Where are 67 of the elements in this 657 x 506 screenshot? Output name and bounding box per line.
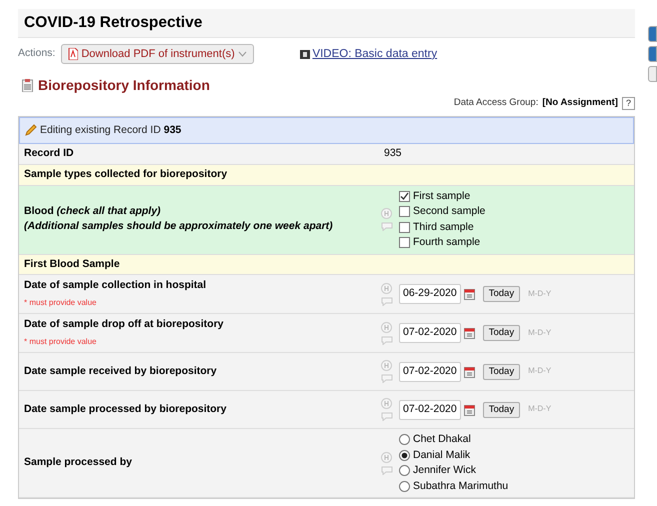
radio-button[interactable]: [399, 480, 410, 492]
pencil-icon: [25, 124, 37, 136]
checkbox[interactable]: [399, 190, 410, 202]
date-field[interactable]: 06-29-2020: [399, 284, 461, 304]
field-label: Date sample received by biorepository: [24, 364, 218, 378]
date-format: M-D-Y: [528, 366, 552, 377]
help-button[interactable]: ?: [622, 96, 635, 110]
section-header: Sample types collected for biorepository: [24, 168, 228, 180]
side-button[interactable]: [648, 26, 657, 42]
checkbox[interactable]: [399, 222, 410, 233]
pdf-icon: [68, 48, 78, 60]
section-title: Biorepository Information: [38, 76, 210, 95]
dag-label: Data Access Group:: [454, 96, 538, 110]
field-label: Date sample processed by biorepository: [24, 402, 228, 416]
option-label: Subathra Marimuthu: [413, 478, 508, 494]
field-note: (Additional samples should be approximately one week apart): [24, 220, 334, 234]
date-field[interactable]: 07-02-2020: [399, 400, 461, 420]
comment-icon: [380, 374, 392, 384]
film-icon: [300, 50, 310, 59]
actions-label: Actions:: [18, 47, 56, 62]
editing-text: Editing existing Record ID 935: [40, 124, 182, 138]
comment-icon: [380, 222, 392, 232]
required-note: * must provide value: [24, 298, 98, 308]
field-label: Blood (check all that apply): [24, 205, 162, 220]
caret-icon: [238, 51, 247, 58]
section-header: First Blood Sample: [24, 258, 120, 270]
side-button[interactable]: [648, 46, 657, 62]
date-format: M-D-Y: [528, 404, 552, 415]
option-label: Fourth sample: [413, 235, 480, 250]
today-button[interactable]: Today: [482, 325, 520, 342]
date-field[interactable]: 07-02-2020: [399, 362, 461, 382]
radio-button[interactable]: [399, 450, 410, 461]
calendar-icon: [464, 404, 475, 416]
option-label: Jennifer Wick: [413, 463, 476, 478]
download-pdf-button[interactable]: Download PDF of instrument(s): [61, 44, 254, 64]
comment-icon: [380, 296, 392, 306]
radio-button[interactable]: [399, 465, 410, 476]
required-note: * must provide value: [24, 336, 98, 348]
today-button[interactable]: Today: [482, 402, 520, 418]
calendar-icon: [464, 288, 475, 300]
comment-icon: [380, 336, 392, 345]
date-format: M-D-Y: [528, 288, 552, 300]
checkbox[interactable]: [399, 206, 410, 218]
radio-button[interactable]: [399, 434, 410, 446]
calendar-icon: [464, 327, 475, 340]
comment-icon: [380, 412, 392, 422]
option-label: Second sample: [413, 204, 486, 220]
field-label: Date of sample collection in hospital: [24, 279, 208, 293]
date-format: M-D-Y: [528, 328, 552, 338]
today-button[interactable]: Today: [482, 286, 520, 302]
page-title: COVID-19 Retrospective: [24, 13, 204, 33]
dag-value: [No Assignment]: [542, 96, 618, 110]
comment-icon: [380, 466, 392, 475]
checkbox[interactable]: [399, 237, 410, 248]
video-link[interactable]: VIDEO: Basic data entry: [312, 46, 438, 62]
calendar-icon: [464, 366, 475, 378]
field-label: Record ID: [24, 147, 74, 160]
field-label: Date of sample drop off at biorepository: [24, 318, 225, 332]
form-icon: [22, 79, 33, 92]
option-label: Third sample: [413, 220, 474, 235]
date-field[interactable]: 07-02-2020: [399, 323, 461, 343]
field-value: 935: [384, 147, 402, 161]
field-label: Sample processed by: [24, 456, 133, 470]
option-label: Danial Malik: [413, 448, 470, 463]
option-label: First sample: [413, 188, 470, 204]
option-label: Chet Dhakal: [413, 432, 471, 448]
today-button[interactable]: Today: [482, 364, 520, 380]
